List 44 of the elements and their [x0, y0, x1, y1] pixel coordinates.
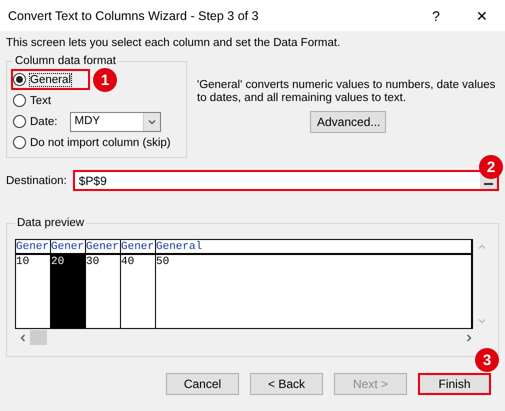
table-cell-text: 50 [156, 255, 170, 269]
step-badge: 3 [475, 348, 499, 372]
column-header: Gener [51, 240, 85, 255]
column-header: Gener [121, 240, 155, 255]
preview-column[interactable]: Gener 20 [51, 240, 86, 328]
destination-label: Destination: [6, 174, 67, 186]
wizard-button[interactable]: < Back [250, 373, 323, 395]
preview-column[interactable]: Gener 10 [16, 240, 51, 328]
preview-column[interactable]: Gener 40 [121, 240, 156, 328]
table-cell-text: 40 [121, 255, 136, 269]
date-format-dropdown[interactable]: MDY [70, 112, 160, 132]
scrollbar-thumb[interactable] [30, 330, 47, 345]
table-cell-text: 10 [16, 255, 30, 269]
scroll-left-icon[interactable] [18, 334, 26, 342]
close-button[interactable]: ✕ [459, 0, 505, 31]
step-badge: 2 [479, 155, 503, 179]
group-legend: Data preview [15, 217, 86, 229]
advanced-button[interactable]: Advanced... [310, 111, 386, 133]
caret-icon[interactable] [148, 118, 156, 126]
radio-button[interactable] [13, 73, 26, 86]
table-cell-text: 20 [51, 255, 66, 269]
wizard-button[interactable]: Finish [418, 373, 491, 395]
radio-label[interactable]: Do not import column (skip) [30, 136, 171, 148]
column-header: Gener [86, 240, 120, 255]
scroll-right-icon[interactable] [465, 334, 473, 342]
radio-label[interactable]: Date: [30, 116, 58, 128]
preview-column[interactable]: General 50 [156, 240, 472, 328]
radio-label[interactable]: Text [30, 94, 52, 106]
step-badge: 1 [93, 68, 117, 92]
help-button[interactable]: ? [413, 0, 459, 31]
collapse-icon[interactable] [484, 183, 493, 186]
instruction-text: This screen lets you select each column and set the Data Format. [6, 37, 340, 49]
column-header: General [156, 240, 471, 255]
format-description: 'General' converts numeric values to numbers, date values to dates, and all remaining values to text. [197, 79, 496, 105]
group-legend: Column data format [13, 55, 118, 67]
wizard-button[interactable]: Cancel [166, 373, 239, 395]
radio-button[interactable] [13, 115, 26, 128]
column-header: Gener [16, 240, 50, 255]
radio-button[interactable] [13, 94, 26, 107]
preview-column[interactable]: Gener 30 [86, 240, 121, 328]
radio-button[interactable] [13, 136, 26, 149]
window-title: Convert Text to Columns Wizard - Step 3 of 3 [8, 8, 260, 22]
radio-label[interactable]: General [30, 74, 71, 86]
table-cell-text: 30 [86, 255, 100, 269]
